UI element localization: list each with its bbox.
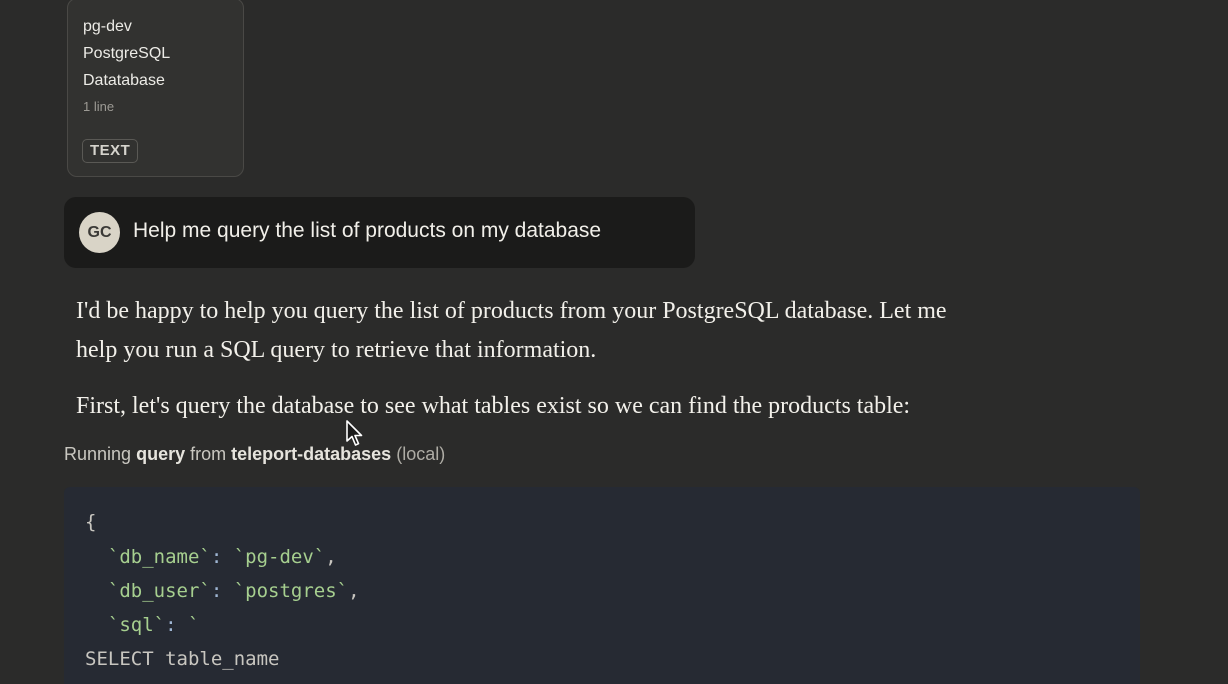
tool-call-server: teleport-databases bbox=[231, 444, 392, 464]
code-key: `db_name` bbox=[107, 546, 211, 568]
chat-page: pg-dev PostgreSQL Datatabase 1 line TEXT… bbox=[0, 0, 1228, 684]
attachment-line-count: 1 line bbox=[83, 99, 115, 114]
attachment-title: pg-dev PostgreSQL Datatabase bbox=[83, 13, 233, 94]
code-line-3: `db_user`: `postgres`, bbox=[85, 579, 360, 603]
code-line-5: SELECT table_name bbox=[85, 648, 280, 670]
user-avatar: GC bbox=[79, 212, 120, 253]
code-value: `postgres` bbox=[233, 580, 349, 602]
tool-call-scope: (local) bbox=[396, 444, 446, 464]
user-message-text: Help me query the list of products on my… bbox=[133, 219, 602, 242]
attachment-type-badge: TEXT bbox=[82, 139, 139, 163]
code-separator: : bbox=[165, 614, 188, 636]
code-line-2: `db_name`: `pg-dev`, bbox=[85, 545, 337, 569]
code-value: `pg-dev` bbox=[233, 546, 326, 568]
code-separator: : bbox=[210, 546, 234, 568]
code-key: `sql` bbox=[107, 614, 166, 636]
assistant-paragraph-1: I'd be happy to help you query the list … bbox=[76, 292, 1076, 370]
user-message: GC Help me query the list of products on… bbox=[64, 197, 695, 268]
attachment-card[interactable]: pg-dev PostgreSQL Datatabase 1 line TEXT bbox=[67, 0, 244, 177]
code-block[interactable]: { `db_name`: `pg-dev`, `db_user`: `postg… bbox=[64, 487, 1140, 684]
code-comma: , bbox=[348, 580, 360, 602]
code-comma: , bbox=[325, 546, 337, 568]
code-separator: : bbox=[210, 580, 234, 602]
code-line-1: { bbox=[85, 511, 97, 533]
assistant-paragraph-1-line-1: I'd be happy to help you query the list … bbox=[76, 298, 947, 324]
attachment-title-line: PostgreSQL bbox=[83, 45, 171, 62]
mouse-pointer-icon bbox=[346, 420, 363, 446]
attachment-title-line: pg-dev bbox=[83, 18, 132, 35]
code-key: `db_user` bbox=[107, 580, 211, 602]
assistant-paragraph-2: First, let's query the database to see w… bbox=[76, 393, 911, 419]
tool-call-name: query bbox=[136, 444, 186, 464]
tool-call-status[interactable]: Running query from teleport-databases (l… bbox=[64, 444, 445, 465]
attachment-title-line: Datatabase bbox=[83, 72, 165, 89]
code-value: ` bbox=[187, 614, 200, 636]
tool-call-from: from bbox=[190, 444, 227, 464]
code-line-4: `sql`: ` bbox=[85, 613, 200, 637]
assistant-paragraph-1-line-2: help you run a SQL query to retrieve tha… bbox=[76, 337, 597, 363]
tool-call-prefix: Running bbox=[64, 444, 132, 464]
